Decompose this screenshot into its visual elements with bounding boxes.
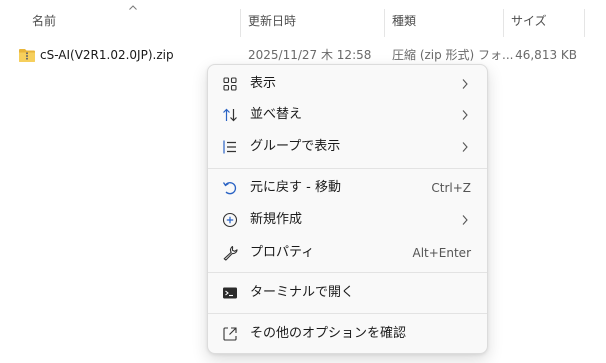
- menu-item-view[interactable]: 表示: [212, 69, 483, 99]
- menu-item-label: グループで表示: [250, 139, 341, 154]
- menu-item-properties[interactable]: プロパティ Alt+Enter: [212, 238, 483, 268]
- menu-separator: [208, 272, 487, 273]
- menu-item-sort[interactable]: 並べ替え: [212, 100, 483, 130]
- keyboard-shortcut: Alt+Enter: [412, 246, 471, 260]
- menu-item-label: 並べ替え: [250, 107, 303, 122]
- chevron-right-icon: [462, 79, 468, 89]
- file-name[interactable]: cS-AI(V2R1.02.0JP).zip: [40, 44, 174, 66]
- keyboard-shortcut: Ctrl+Z: [431, 181, 471, 195]
- menu-separator: [208, 168, 487, 169]
- sort-ascending-icon[interactable]: [129, 5, 137, 10]
- chevron-right-icon: [462, 110, 468, 120]
- chevron-right-icon: [462, 142, 468, 152]
- menu-item-label: 元に戻す - 移動: [250, 180, 341, 195]
- menu-item-label: ターミナルで開く: [250, 285, 355, 300]
- chevron-right-icon: [462, 215, 468, 225]
- sort-icon: [223, 108, 237, 122]
- column-divider[interactable]: [240, 9, 241, 37]
- column-divider[interactable]: [584, 9, 585, 37]
- menu-item-more-options[interactable]: その他のオプションを確認: [212, 319, 483, 349]
- share-icon: [223, 327, 237, 341]
- grid-icon: [223, 77, 237, 91]
- column-name[interactable]: 名前: [32, 12, 56, 30]
- menu-item-group[interactable]: グループで表示: [212, 132, 483, 162]
- terminal-icon: [223, 287, 237, 299]
- menu-separator: [208, 313, 487, 314]
- group-list-icon: [223, 140, 236, 154]
- file-row[interactable]: cS-AI(V2R1.02.0JP).zip 2025/11/27 木 12:5…: [0, 44, 606, 66]
- menu-item-undo[interactable]: 元に戻す - 移動 Ctrl+Z: [212, 173, 483, 203]
- file-type: 圧縮 (zip 形式) フォ...: [392, 48, 514, 62]
- menu-item-terminal[interactable]: ターミナルで開く: [212, 278, 483, 308]
- column-divider[interactable]: [384, 9, 385, 37]
- menu-item-label: 表示: [250, 76, 277, 91]
- column-header: 名前 更新日時 種類 サイズ: [0, 0, 606, 40]
- menu-item-label: その他のオプションを確認: [250, 326, 407, 341]
- column-date[interactable]: 更新日時: [248, 12, 296, 30]
- file-size: 46,813 KB: [515, 48, 577, 62]
- context-menu: 表示 並べ替え グループで表示 元に戻す - 移動 Ctrl+Z 新規作成 プロ…: [207, 64, 488, 354]
- undo-icon: [222, 182, 237, 195]
- column-size[interactable]: サイズ: [511, 12, 547, 30]
- add-circle-icon: [222, 212, 238, 228]
- column-divider[interactable]: [503, 9, 504, 37]
- menu-item-new[interactable]: 新規作成: [212, 205, 483, 235]
- column-type[interactable]: 種類: [392, 12, 416, 30]
- zip-folder-icon: [19, 49, 35, 62]
- menu-item-label: プロパティ: [250, 245, 315, 260]
- menu-item-label: 新規作成: [250, 212, 303, 227]
- wrench-icon: [223, 245, 238, 261]
- file-date: 2025/11/27 木 12:58: [248, 48, 372, 62]
